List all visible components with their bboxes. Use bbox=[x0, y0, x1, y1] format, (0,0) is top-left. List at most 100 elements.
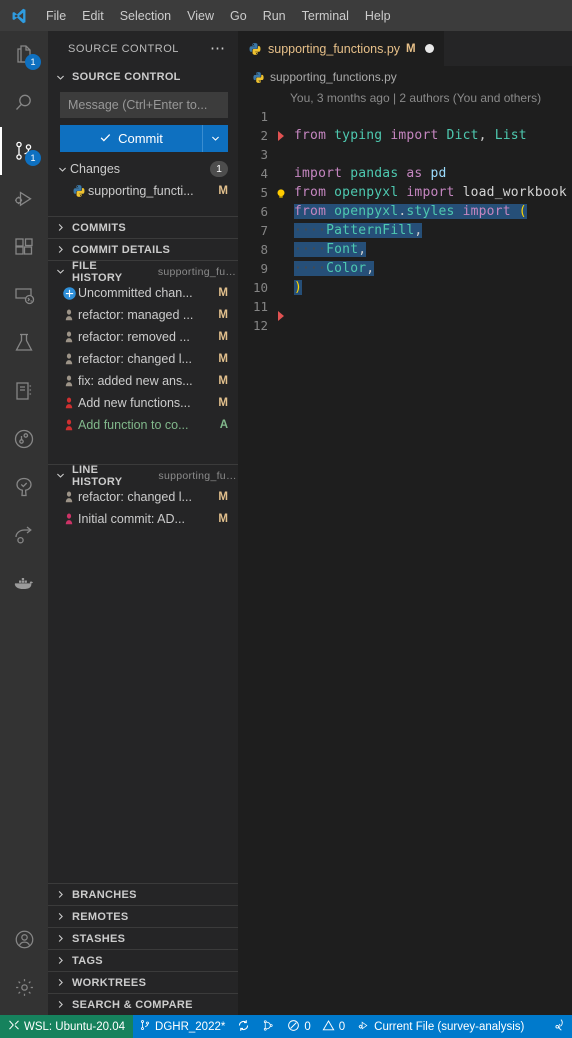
git-blame-annotation: You, 3 months ago | 2 authors (You and o… bbox=[290, 90, 542, 105]
section-header-stashes[interactable]: STASHES bbox=[48, 927, 238, 949]
line-number: 10 bbox=[252, 280, 268, 295]
avatar-pink-icon bbox=[60, 512, 78, 526]
changes-label: Changes bbox=[70, 162, 121, 176]
file-history-item[interactable]: refactor: managed ... M bbox=[48, 304, 238, 326]
radio-tower-icon bbox=[552, 1018, 566, 1035]
changes-item[interactable]: supporting_functi... M bbox=[48, 180, 238, 202]
code-text: ····Color, bbox=[294, 261, 375, 276]
avatar-red-icon bbox=[60, 396, 78, 410]
commit-message-input[interactable] bbox=[60, 92, 228, 118]
avatar-grey-icon bbox=[60, 330, 78, 344]
status-sync[interactable] bbox=[231, 1015, 256, 1038]
activity-item-remote-explorer[interactable] bbox=[0, 271, 48, 319]
file-history-item-label: refactor: changed l... bbox=[78, 352, 192, 366]
code-line: 6 from openpyxl.styles import ( bbox=[238, 202, 572, 221]
activity-item-testing[interactable] bbox=[0, 319, 48, 367]
commit-message-wrap bbox=[48, 88, 238, 118]
warning-icon bbox=[322, 1019, 335, 1035]
vscode-window: File Edit Selection View Go Run Terminal… bbox=[0, 0, 572, 1038]
activity-item-explorer[interactable]: 1 bbox=[0, 31, 48, 79]
section-header-line-history[interactable]: LINE HISTORY supporting_fun... bbox=[48, 464, 238, 488]
activity-item-timeline[interactable] bbox=[0, 415, 48, 463]
menu-edit[interactable]: Edit bbox=[74, 5, 112, 27]
activity-item-docker[interactable] bbox=[0, 559, 48, 607]
activity-item-source-control[interactable]: 1 bbox=[0, 127, 48, 175]
ellipsis-icon[interactable]: ⋯ bbox=[210, 41, 226, 56]
line-history-item[interactable]: refactor: changed l... M bbox=[48, 486, 238, 508]
sidebar-title-bar: SOURCE CONTROL ⋯ bbox=[48, 31, 238, 66]
section-header-commit-details[interactable]: COMMIT DETAILS bbox=[48, 238, 238, 260]
error-icon bbox=[287, 1019, 300, 1035]
commit-dropdown-button[interactable] bbox=[202, 125, 228, 152]
sidebar-source-control: SOURCE CONTROL ⋯ SOURCE CONTROL Commit bbox=[48, 31, 238, 1015]
commit-button[interactable]: Commit bbox=[60, 125, 202, 152]
check-icon bbox=[99, 131, 112, 147]
uncommitted-icon bbox=[60, 286, 78, 301]
explorer-badge: 1 bbox=[25, 54, 41, 70]
section-header-file-history[interactable]: FILE HISTORY supporting_fun... bbox=[48, 260, 238, 284]
code-text: from openpyxl.styles import ( bbox=[294, 204, 527, 219]
menu-go[interactable]: Go bbox=[222, 5, 255, 27]
section-header-remotes[interactable]: REMOTES bbox=[48, 905, 238, 927]
changes-group-header[interactable]: Changes 1 bbox=[48, 158, 238, 180]
status-interpreter-label: Current File (survey-analysis) bbox=[374, 1020, 525, 1033]
file-history-item[interactable]: Add new functions... M bbox=[48, 392, 238, 414]
section-label: TAGS bbox=[72, 954, 103, 967]
activity-item-accounts[interactable] bbox=[0, 915, 48, 963]
section-header-branches[interactable]: BRANCHES bbox=[48, 883, 238, 905]
file-history-item[interactable]: refactor: removed ... M bbox=[48, 326, 238, 348]
file-history-item[interactable]: fix: added new ans... M bbox=[48, 370, 238, 392]
chevron-right-icon bbox=[52, 953, 68, 969]
file-history-item-label: Add function to co... bbox=[78, 418, 189, 432]
section-header-search-and-compare[interactable]: SEARCH & COMPARE bbox=[48, 993, 238, 1015]
chevron-down-icon bbox=[52, 468, 68, 484]
menu-view[interactable]: View bbox=[179, 5, 222, 27]
breadcrumb[interactable]: supporting_functions.py bbox=[238, 66, 572, 88]
menu-selection[interactable]: Selection bbox=[112, 5, 179, 27]
activity-item-search[interactable] bbox=[0, 79, 48, 127]
section-header-commits[interactable]: COMMITS bbox=[48, 216, 238, 238]
activity-item-todo-tree[interactable] bbox=[0, 463, 48, 511]
activity-item-settings[interactable] bbox=[0, 963, 48, 1011]
python-file-icon bbox=[248, 42, 262, 56]
status-git-graph[interactable] bbox=[256, 1015, 281, 1038]
code-editor[interactable]: 1 2 from typing import Dict, List 3 4 im… bbox=[238, 107, 572, 1015]
menu-file[interactable]: File bbox=[38, 5, 74, 27]
section-header-source-control[interactable]: SOURCE CONTROL bbox=[48, 66, 238, 88]
activity-item-run-and-debug[interactable] bbox=[0, 175, 48, 223]
status-problems[interactable]: 0 0 bbox=[281, 1015, 351, 1038]
file-history-item[interactable]: Add function to co... A bbox=[48, 414, 238, 436]
status-branch[interactable]: DGHR_2022* bbox=[133, 1015, 231, 1038]
status-remote-indicator[interactable]: WSL: Ubuntu-20.04 bbox=[0, 1015, 134, 1038]
editor-tab-modified-flag: M bbox=[406, 42, 416, 55]
code-line: 1 bbox=[238, 107, 572, 126]
file-history-item[interactable]: refactor: changed l... M bbox=[48, 348, 238, 370]
activity-item-notebook[interactable] bbox=[0, 367, 48, 415]
diff-change-marker bbox=[278, 130, 284, 141]
workbench: 1 1 SOURCE CONTROL ⋯ SOURCE CONTROL Mess… bbox=[0, 31, 572, 1015]
section-header-worktrees[interactable]: WORKTREES bbox=[48, 971, 238, 993]
code-line: 12 bbox=[238, 316, 572, 335]
menu-help[interactable]: Help bbox=[357, 5, 399, 27]
code-line: 7 ····PatternFill, bbox=[238, 221, 572, 240]
chevron-down-icon bbox=[52, 69, 68, 85]
remote-indicator-icon bbox=[8, 1019, 20, 1034]
avatar-grey-icon bbox=[60, 374, 78, 388]
git-graph-icon bbox=[262, 1019, 275, 1035]
python-file-icon bbox=[70, 184, 88, 198]
file-history-item[interactable]: Uncommitted chan... M bbox=[48, 282, 238, 304]
status-interpreter[interactable]: Current File (survey-analysis) bbox=[351, 1015, 530, 1038]
status-radio-tower[interactable] bbox=[546, 1015, 572, 1038]
menu-terminal[interactable]: Terminal bbox=[294, 5, 357, 27]
activity-item-extensions[interactable] bbox=[0, 223, 48, 271]
line-history-item[interactable]: Initial commit: AD... M bbox=[48, 508, 238, 530]
lightbulb-icon[interactable] bbox=[274, 186, 288, 200]
dirty-dot-icon[interactable] bbox=[424, 44, 434, 53]
chevron-right-icon bbox=[52, 975, 68, 991]
status-remote-label: WSL: Ubuntu-20.04 bbox=[24, 1020, 126, 1033]
activity-item-share[interactable] bbox=[0, 511, 48, 559]
menu-run[interactable]: Run bbox=[255, 5, 294, 27]
section-header-tags[interactable]: TAGS bbox=[48, 949, 238, 971]
editor-tab[interactable]: supporting_functions.py M bbox=[238, 31, 445, 66]
title-bar: File Edit Selection View Go Run Terminal… bbox=[0, 0, 572, 31]
